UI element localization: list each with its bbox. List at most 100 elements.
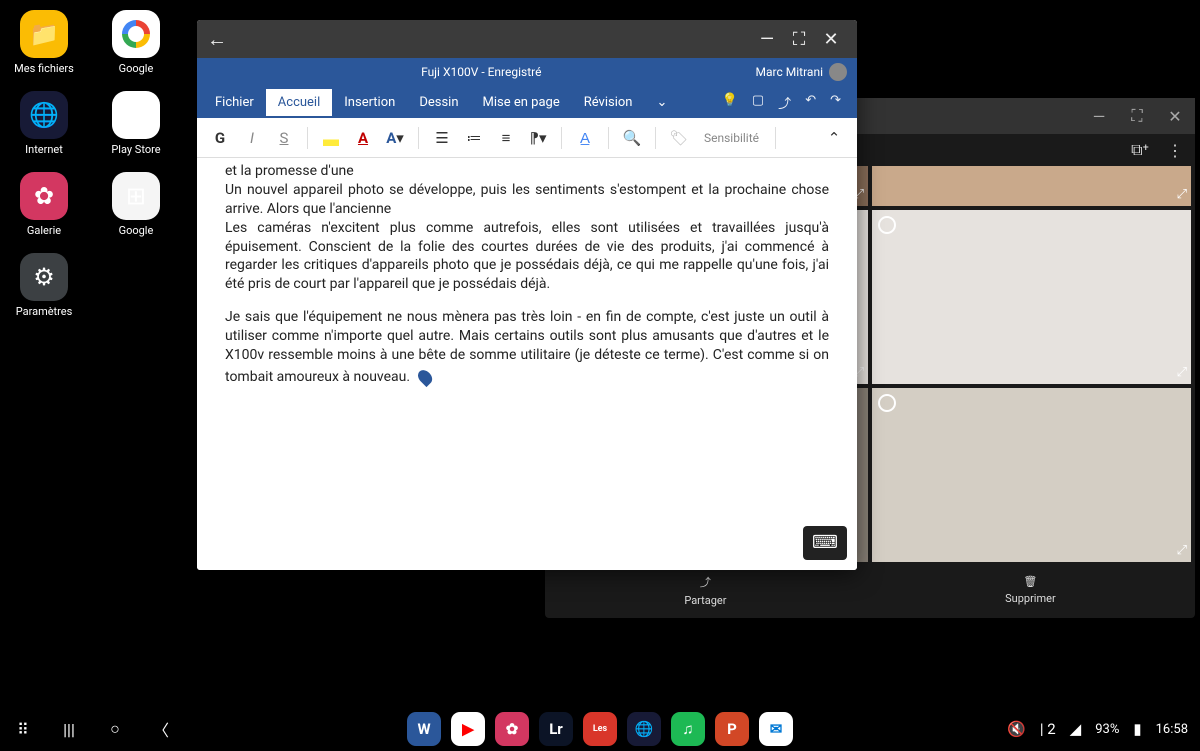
trash-icon: 🗑 xyxy=(1023,575,1037,588)
battery-percent: 93% xyxy=(1095,722,1119,737)
share-icon[interactable]: ⤴ xyxy=(778,93,791,112)
share-icon: ⤴ xyxy=(700,574,711,590)
app-parametres[interactable]: ⚙ Paramètres xyxy=(0,253,88,318)
app-play-store[interactable]: ▶ Play Store xyxy=(92,91,180,156)
undo-icon[interactable]: ↶ xyxy=(805,93,816,112)
dock-word[interactable]: W xyxy=(407,712,441,746)
maximize-button[interactable]: ⛶ xyxy=(1125,106,1149,126)
user-badge[interactable]: Marc Mitrani xyxy=(756,63,847,81)
highlight-button[interactable] xyxy=(318,124,344,152)
collapse-ribbon-button[interactable]: ⌃ xyxy=(821,124,847,152)
bold-button[interactable]: G xyxy=(207,124,233,152)
share-label: Partager xyxy=(684,594,726,607)
keyboard-button[interactable]: ⌨ xyxy=(803,526,847,560)
home-button[interactable]: ○ xyxy=(104,719,126,739)
expand-icon[interactable]: ⤢ xyxy=(1177,365,1187,380)
gallery-thumb[interactable]: ⤢ xyxy=(872,210,1191,384)
avatar xyxy=(829,63,847,81)
share-button[interactable]: ⤴ Partager xyxy=(684,574,726,607)
app-internet[interactable]: 🌐 Internet xyxy=(0,91,88,156)
dock-lightroom[interactable]: Lr xyxy=(539,712,573,746)
tab-more[interactable]: ⌄ xyxy=(644,89,679,116)
dock-powerpoint[interactable]: P xyxy=(715,712,749,746)
dock-lesjours[interactable]: Les xyxy=(583,712,617,746)
dock: W ▶ ✿ Lr Les 🌐 ♫ P ✉ xyxy=(407,712,793,746)
text-paragraph: Un nouvel appareil photo se développe, p… xyxy=(225,181,829,219)
app-google[interactable]: Google xyxy=(92,10,180,75)
gallery-thumb[interactable]: ⤢ xyxy=(872,166,1191,206)
apps-button[interactable]: ⠿ xyxy=(12,720,34,739)
word-title-row: Fuji X100V - Enregistré Marc Mitrani xyxy=(197,58,857,86)
redo-icon[interactable]: ↷ xyxy=(830,93,841,112)
delete-button[interactable]: 🗑 Supprimer xyxy=(1005,575,1056,605)
tab-dessin[interactable]: Dessin xyxy=(407,89,470,116)
minimize-button[interactable]: ― xyxy=(1087,107,1111,126)
app-label: Galerie xyxy=(0,224,88,237)
tab-fichier[interactable]: Fichier xyxy=(203,89,266,116)
text-line: et la promesse d'une xyxy=(225,162,829,181)
clock: 16:58 xyxy=(1156,722,1188,737)
tab-revision[interactable]: Révision xyxy=(572,89,645,116)
sensitivity-icon[interactable]: 🏷 xyxy=(666,124,692,152)
wifi-icon: ◢ xyxy=(1070,720,1082,738)
app-mes-fichiers[interactable]: 📁 Mes fichiers xyxy=(0,10,88,75)
app-galerie[interactable]: ✿ Galerie xyxy=(0,172,88,237)
app-label: Paramètres xyxy=(0,305,88,318)
italic-button[interactable]: I xyxy=(239,124,265,152)
back-button[interactable]: 〈 xyxy=(150,717,172,741)
close-button[interactable]: ✕ xyxy=(815,29,847,50)
create-icon[interactable]: ⧉⁺ xyxy=(1131,140,1149,160)
word-window: ← ― ⛶ ✕ Fuji X100V - Enregistré Marc Mit… xyxy=(197,20,857,570)
numbering-button[interactable]: ≔ xyxy=(461,124,487,152)
mute-icon[interactable]: 🔇 xyxy=(1007,720,1026,738)
tab-accueil[interactable]: Accueil xyxy=(266,89,332,116)
ribbon-tabs: Fichier Accueil Insertion Dessin Mise en… xyxy=(197,86,857,118)
system-tray[interactable]: 🔇 | 2 ◢ 93% ▮ 16:58 xyxy=(1007,720,1188,738)
document-body[interactable]: et la promesse d'une Un nouvel appareil … xyxy=(197,158,857,570)
app-label: Google xyxy=(92,224,180,237)
gallery-icon: ✿ xyxy=(20,172,68,220)
bullets-button[interactable]: ☰ xyxy=(429,124,455,152)
settings-icon: ⚙ xyxy=(20,253,68,301)
reading-icon[interactable]: ▢ xyxy=(752,93,764,112)
dock-outlook[interactable]: ✉ xyxy=(759,712,793,746)
close-button[interactable]: ✕ xyxy=(1163,107,1187,126)
word-ribbon: G I S A A▾ ☰ ≔ ≡ ⁋▾ A̲ 🔍 🏷 Sensibilité ⌃ xyxy=(197,118,857,158)
more-icon[interactable]: ⋮ xyxy=(1167,141,1183,160)
minimize-button[interactable]: ― xyxy=(751,29,783,50)
select-circle[interactable] xyxy=(878,394,896,412)
gallery-thumb[interactable]: ⤢ xyxy=(872,388,1191,562)
text-cursor-handle[interactable] xyxy=(415,367,435,387)
dock-internet[interactable]: 🌐 xyxy=(627,712,661,746)
recents-button[interactable]: ||| xyxy=(58,720,80,739)
dock-galerie[interactable]: ✿ xyxy=(495,712,529,746)
dock-youtube[interactable]: ▶ xyxy=(451,712,485,746)
font-style-button[interactable]: A▾ xyxy=(382,124,408,152)
maximize-button[interactable]: ⛶ xyxy=(783,29,815,50)
underline-button[interactable]: S xyxy=(271,124,297,152)
paragraph-button[interactable]: ⁋▾ xyxy=(525,124,551,152)
app-label: Google xyxy=(92,62,180,75)
styles-button[interactable]: A̲ xyxy=(572,124,598,152)
expand-icon[interactable]: ⤢ xyxy=(1177,187,1187,202)
dock-spotify[interactable]: ♫ xyxy=(671,712,705,746)
delete-label: Supprimer xyxy=(1005,592,1056,605)
word-titlebar: ← ― ⛶ ✕ xyxy=(197,20,857,58)
app-label: Internet xyxy=(0,143,88,156)
google-folder-icon: ⊞ xyxy=(112,172,160,220)
document-title: Fuji X100V - Enregistré xyxy=(207,65,756,79)
sim-icon: | 2 xyxy=(1040,720,1056,738)
search-button[interactable]: 🔍 xyxy=(619,124,645,152)
font-color-button[interactable]: A xyxy=(350,124,376,152)
tab-mise-en-page[interactable]: Mise en page xyxy=(471,89,572,116)
sensitivity-label[interactable]: Sensibilité xyxy=(698,131,765,145)
tab-insertion[interactable]: Insertion xyxy=(332,89,407,116)
taskbar: ⠿ ||| ○ 〈 W ▶ ✿ Lr Les 🌐 ♫ P ✉ 🔇 | 2 ◢ 9… xyxy=(0,707,1200,751)
back-button[interactable]: ← xyxy=(207,27,227,52)
lightbulb-icon[interactable]: 💡 xyxy=(722,93,738,112)
expand-icon[interactable]: ⤢ xyxy=(1177,543,1187,558)
text-paragraph: Je sais que l'équipement ne nous mènera … xyxy=(225,309,829,385)
app-google-folder[interactable]: ⊞ Google xyxy=(92,172,180,237)
select-circle[interactable] xyxy=(878,216,896,234)
align-button[interactable]: ≡ xyxy=(493,124,519,152)
